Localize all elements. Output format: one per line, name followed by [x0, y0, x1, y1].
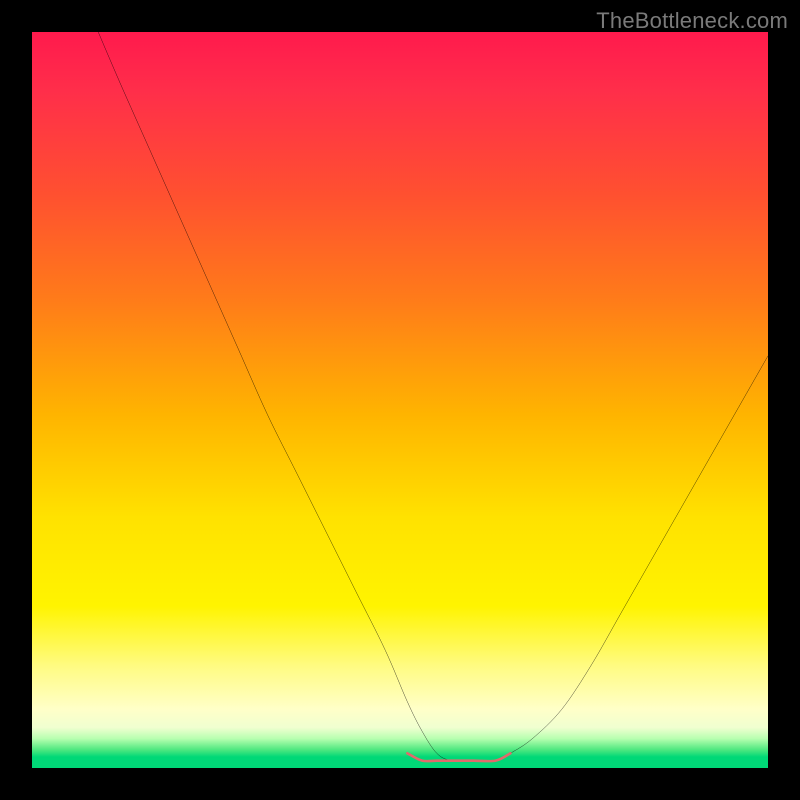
- curve-path: [98, 32, 768, 761]
- highlight-path: [407, 753, 510, 761]
- watermark-text: TheBottleneck.com: [596, 8, 788, 34]
- chart-frame: [32, 32, 768, 768]
- bottleneck-plot: [32, 32, 768, 768]
